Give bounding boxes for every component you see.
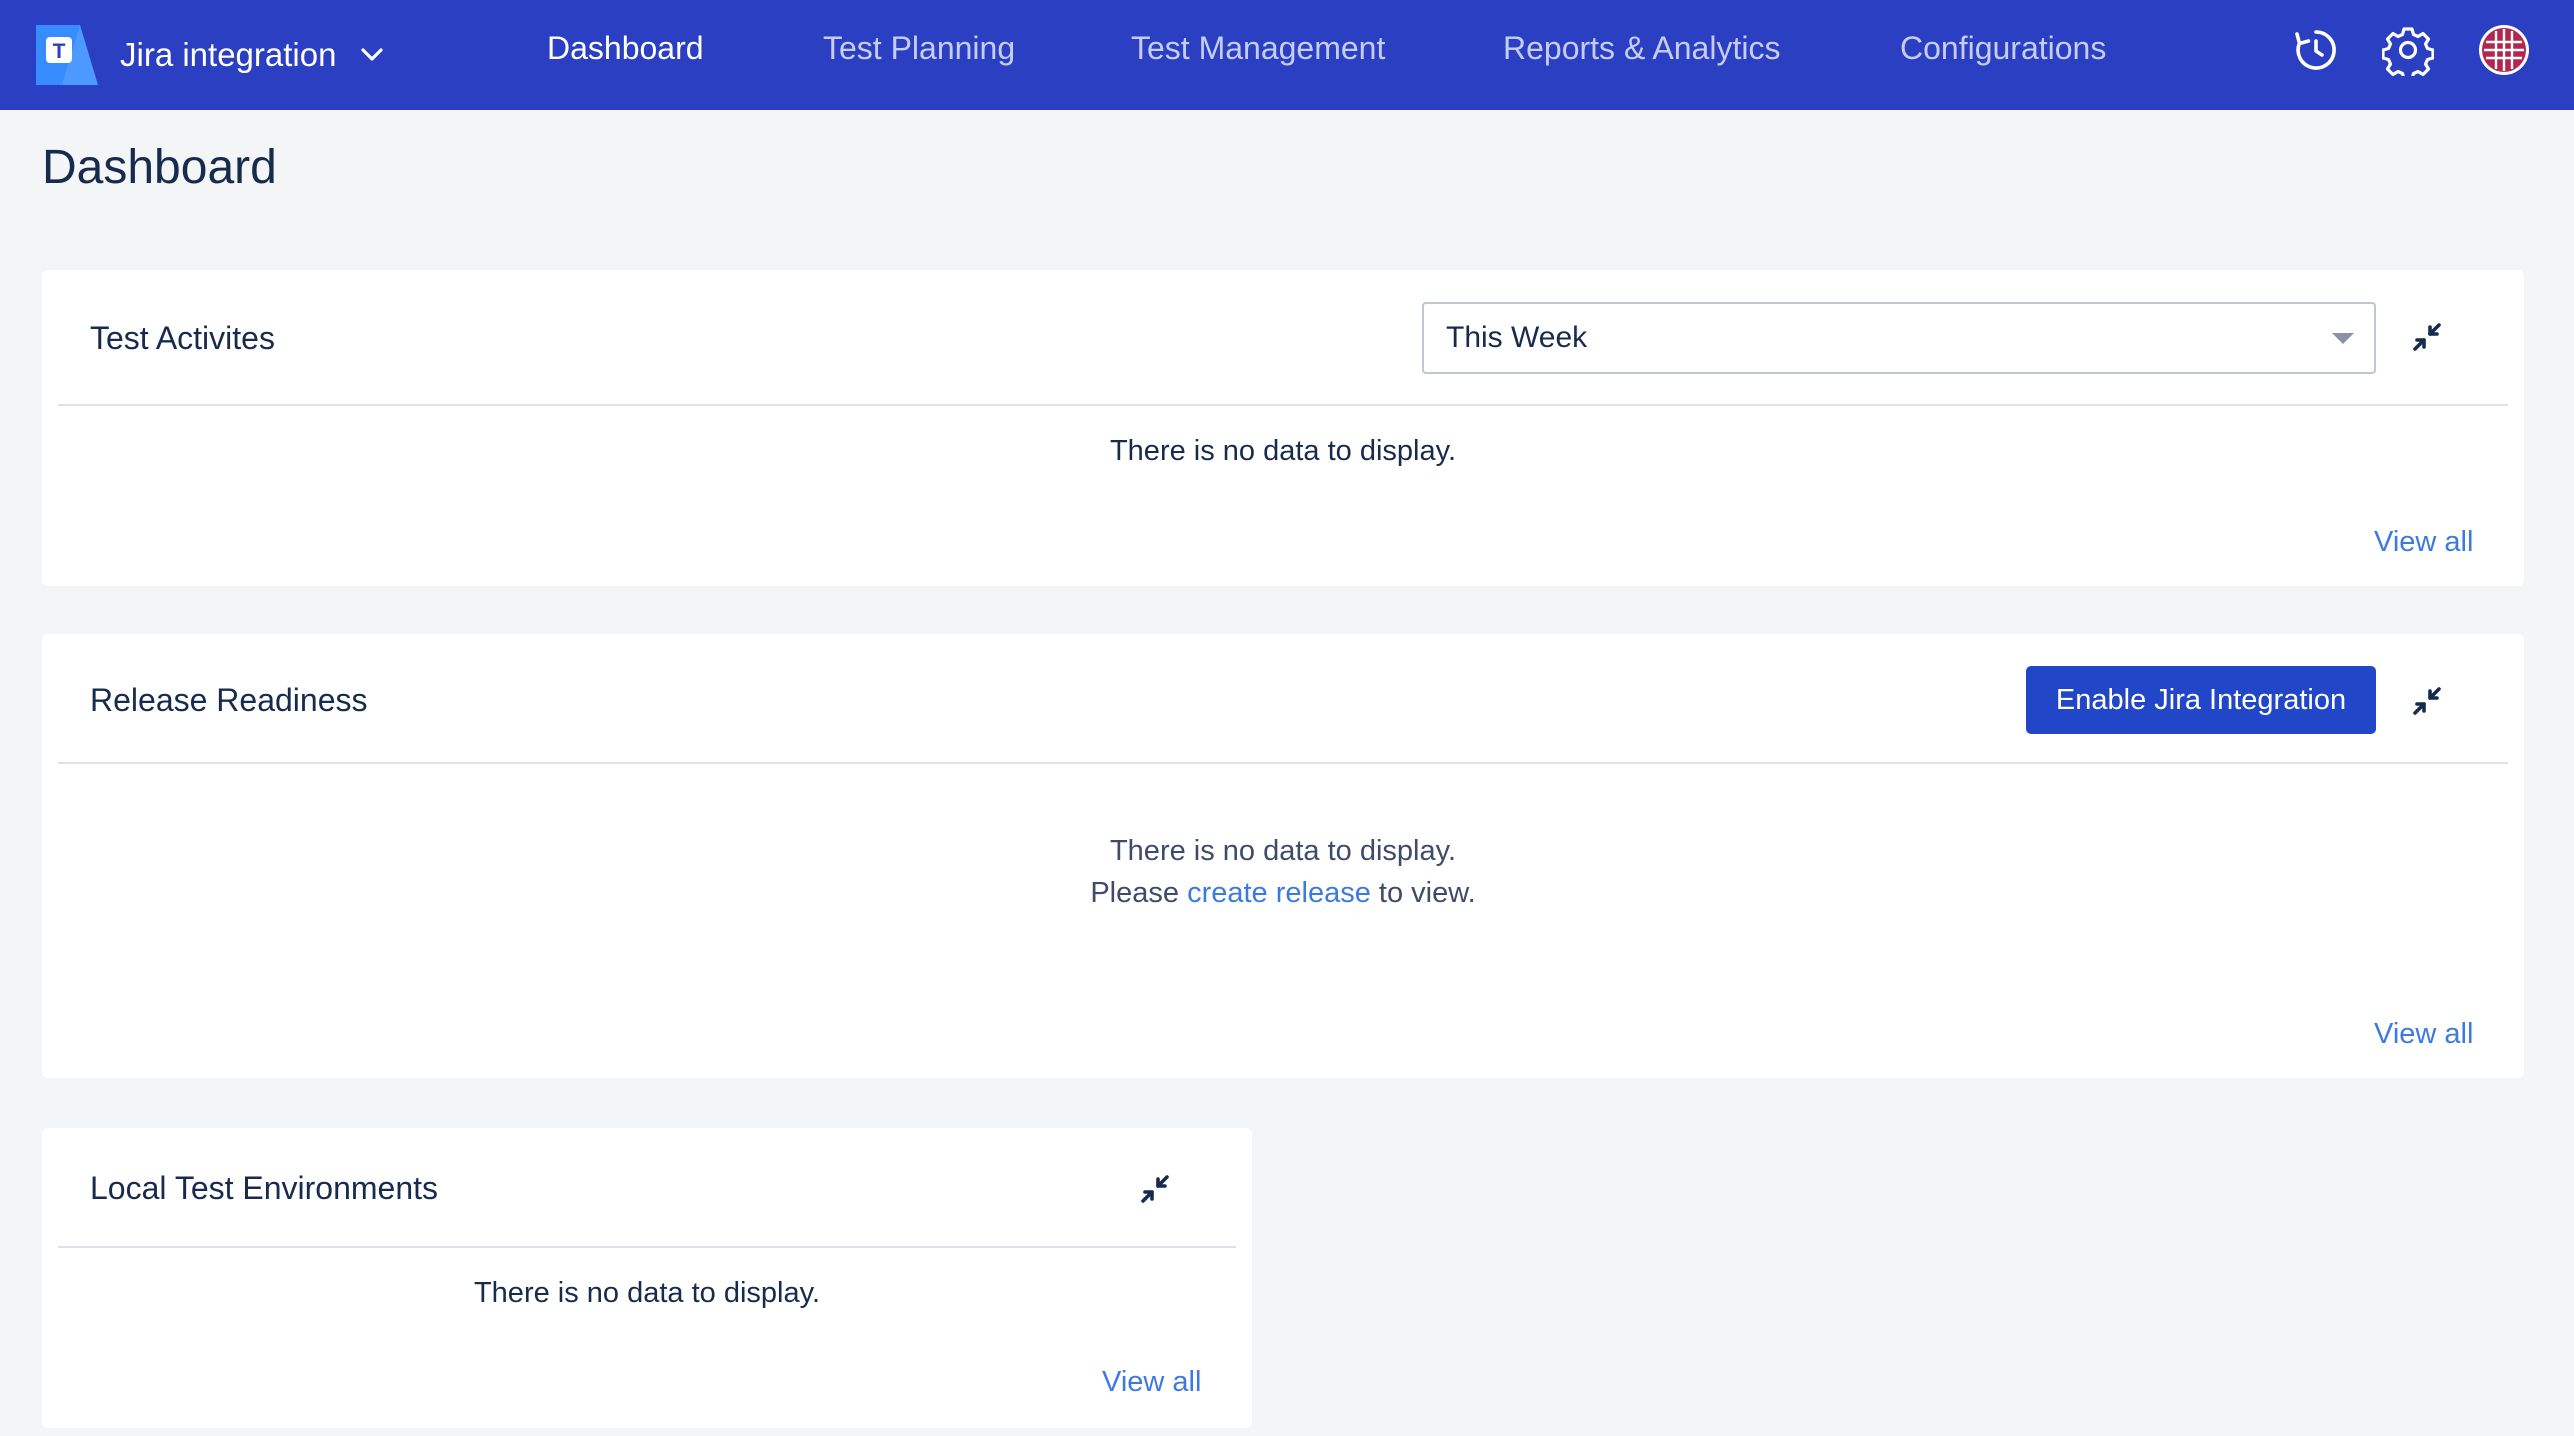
project-name[interactable]: Jira integration [120, 36, 336, 74]
history-icon[interactable] [2290, 24, 2342, 76]
local-test-environments-card: Local Test Environments There is no data… [42, 1128, 1252, 1428]
card-title: Release Readiness [90, 682, 368, 718]
hint-prefix: Please [1090, 877, 1188, 909]
chevron-down-icon[interactable] [358, 41, 386, 69]
period-select[interactable]: This Week [1422, 302, 2376, 374]
nav-test-management[interactable]: Test Management [1131, 30, 1385, 67]
period-select-value: This Week [1446, 321, 1588, 354]
caret-down-icon [2332, 333, 2354, 344]
collapse-icon[interactable] [1134, 1168, 1176, 1210]
create-release-link[interactable]: create release [1187, 877, 1371, 909]
card-divider [58, 404, 2508, 406]
empty-state-text: There is no data to display. [1109, 435, 1457, 467]
view-all-link[interactable]: View all [2374, 1018, 2473, 1051]
card-title: Test Activites [90, 320, 275, 356]
hint-suffix: to view. [1370, 877, 1476, 909]
nav-configurations[interactable]: Configurations [1900, 30, 2106, 67]
collapse-icon[interactable] [2406, 316, 2448, 358]
empty-state-text: There is no data to display. [1109, 835, 1457, 867]
card-divider [58, 762, 2508, 764]
view-all-link[interactable]: View all [2374, 526, 2473, 559]
enable-jira-integration-button[interactable]: Enable Jira Integration [2026, 666, 2376, 734]
card-title: Local Test Environments [90, 1170, 439, 1206]
logo-icon: T [36, 25, 98, 85]
create-release-hint: Please create release to view. [42, 872, 2524, 914]
collapse-icon[interactable] [2406, 680, 2448, 722]
empty-state-text: There is no data to display. [473, 1277, 821, 1309]
nav-reports-analytics[interactable]: Reports & Analytics [1503, 30, 1780, 67]
card-divider [58, 1246, 1236, 1248]
gear-icon[interactable] [2382, 24, 2434, 76]
nav-dashboard[interactable]: Dashboard [547, 30, 704, 67]
nav-test-planning[interactable]: Test Planning [823, 30, 1015, 67]
svg-text:T: T [53, 40, 66, 63]
page-title: Dashboard [42, 141, 277, 194]
avatar[interactable] [2478, 24, 2530, 76]
project-switcher[interactable]: T Jira integration [36, 20, 386, 90]
top-navigation-bar: T Jira integration Dashboard Test Planni… [0, 0, 2574, 110]
view-all-link[interactable]: View all [1102, 1366, 1201, 1399]
